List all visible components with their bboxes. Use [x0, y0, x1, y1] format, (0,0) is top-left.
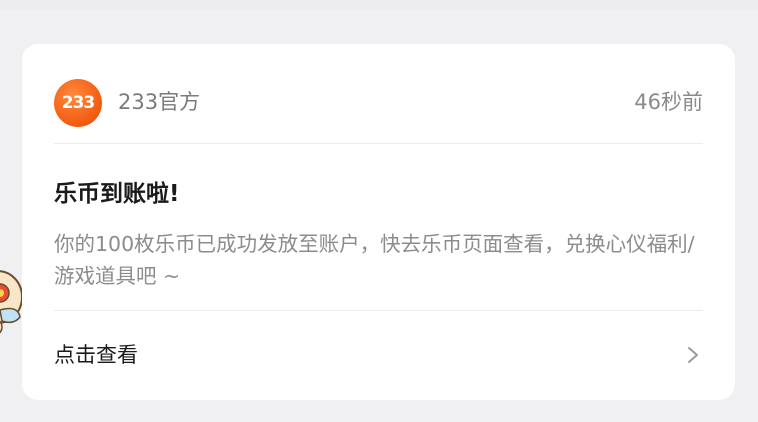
top-strip — [0, 0, 758, 14]
notification-body: 你的100枚乐币已成功发放至账户，快去乐币页面查看，兑换心仪福利/游戏道具吧 ~ — [54, 232, 695, 288]
timestamp: 46秒前 — [634, 90, 703, 114]
notification-card[interactable]: 233 233官方 46秒前 乐币到账啦! 你的100枚乐币已成功发放至账户，快… — [22, 44, 735, 400]
notification-title: 乐币到账啦! — [54, 181, 180, 207]
view-details-label: 点击查看 — [54, 343, 138, 367]
logo-text: 233 — [61, 93, 95, 113]
sender-name: 233官方 — [118, 90, 201, 114]
notification-header: 233 233官方 46秒前 — [22, 44, 735, 144]
chevron-right-icon — [688, 347, 698, 363]
view-details-button[interactable]: 点击查看 — [22, 310, 735, 400]
previous-card-edge — [0, 0, 758, 10]
header-divider — [54, 143, 703, 144]
233-logo-icon: 233 — [54, 79, 102, 127]
